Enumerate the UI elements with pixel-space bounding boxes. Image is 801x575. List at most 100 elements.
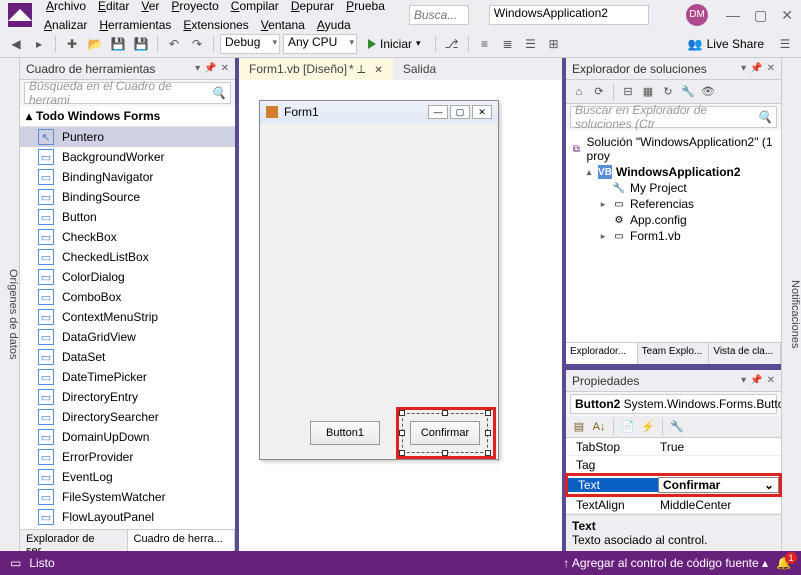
- form-body[interactable]: Button1 Confirmar: [260, 123, 498, 459]
- toolbox-item[interactable]: ▭DateTimePicker: [20, 367, 235, 387]
- show-all-icon[interactable]: ▦: [639, 83, 657, 101]
- menu-prueba[interactable]: Prueba: [342, 0, 389, 15]
- footer-tab-toolbox[interactable]: Cuadro de herra...: [128, 530, 236, 551]
- expand-icon[interactable]: ▸: [598, 199, 608, 210]
- menu-ayuda[interactable]: Ayuda: [313, 16, 355, 34]
- events-icon[interactable]: ⚡: [639, 418, 657, 436]
- toolbox-item[interactable]: ▭CheckBox: [20, 227, 235, 247]
- toolbox-item[interactable]: ▭ContextMenuStrip: [20, 307, 235, 327]
- toolbox-item[interactable]: ▭BackgroundWorker: [20, 147, 235, 167]
- undo-button[interactable]: ↶: [164, 34, 184, 54]
- toolbox-item[interactable]: ▭FlowLayoutPanel: [20, 507, 235, 527]
- tab-team-explorer[interactable]: Team Explo...: [638, 343, 710, 364]
- footer-tab-server-explorer[interactable]: Explorador de ser...: [20, 530, 128, 551]
- menu-extensiones[interactable]: Extensiones: [179, 16, 252, 34]
- toolbox-item[interactable]: ▭EventLog: [20, 467, 235, 487]
- menu-proyecto[interactable]: Proyecto: [167, 0, 222, 15]
- user-avatar[interactable]: DM: [686, 4, 708, 26]
- expand-icon[interactable]: ▸: [598, 231, 608, 242]
- props-page-icon[interactable]: 📄: [619, 418, 637, 436]
- toolbox-item[interactable]: ▭ErrorProvider: [20, 447, 235, 467]
- align-button-1[interactable]: ≡: [475, 34, 495, 54]
- alphabetical-icon[interactable]: A↓: [590, 418, 608, 436]
- nav-fwd-button[interactable]: ▸: [29, 34, 49, 54]
- tree-node[interactable]: ▸▭Referencias: [570, 196, 777, 212]
- new-project-button[interactable]: ✚: [62, 34, 82, 54]
- toolbox-search-input[interactable]: Búsqueda en el Cuadro de herrami 🔍: [24, 82, 231, 104]
- property-value[interactable]: MiddleCenter: [656, 498, 781, 512]
- toolbox-item[interactable]: ▭DirectoryEntry: [20, 387, 235, 407]
- open-button[interactable]: 📂: [85, 34, 105, 54]
- toolbox-item[interactable]: ▭DomainUpDown: [20, 427, 235, 447]
- project-selector[interactable]: WindowsApplication2: [489, 5, 649, 25]
- tab-solution-explorer[interactable]: Explorador...: [566, 343, 638, 364]
- form-designer[interactable]: Form1 — ▢ ✕ Button1 Confirmar: [239, 80, 562, 551]
- tree-project-node[interactable]: ▴ VB WindowsApplication2: [570, 164, 777, 180]
- toolbox-item[interactable]: ▭CheckedListBox: [20, 247, 235, 267]
- refresh-icon[interactable]: ↻: [659, 83, 677, 101]
- toolbox-item[interactable]: ▭DirectorySearcher: [20, 407, 235, 427]
- align-button-3[interactable]: ☰: [521, 34, 541, 54]
- minimize-button[interactable]: —: [726, 7, 740, 24]
- toolbox-item[interactable]: ▭DataSet: [20, 347, 235, 367]
- platform-combo[interactable]: Any CPU: [283, 34, 357, 54]
- toolbox-item[interactable]: ▭ColorDialog: [20, 267, 235, 287]
- notifications-tab[interactable]: Notificaciones: [781, 58, 801, 551]
- toolbox-item[interactable]: ▭Button: [20, 207, 235, 227]
- liveshare-button[interactable]: 👥 Live Share: [680, 37, 772, 51]
- pin-icon[interactable]: 📌: [750, 63, 762, 74]
- home-icon[interactable]: ⌂: [570, 83, 588, 101]
- properties-grid[interactable]: TabStopTrueTag TextConfirmar TextAlignMidd…: [566, 438, 781, 514]
- doc-tab-output[interactable]: Salida: [393, 59, 446, 79]
- config-combo[interactable]: Debug: [220, 34, 280, 54]
- panel-close-icon[interactable]: ✕: [221, 63, 229, 74]
- start-debug-button[interactable]: Iniciar ▾: [360, 34, 429, 54]
- align-button-2[interactable]: ≣: [498, 34, 518, 54]
- design-form-window[interactable]: Form1 — ▢ ✕ Button1 Confirmar: [259, 100, 499, 460]
- quick-search-input[interactable]: [409, 5, 469, 25]
- panel-dropdown-icon[interactable]: ▾: [741, 375, 746, 386]
- property-row[interactable]: TextAlignMiddleCenter: [566, 496, 781, 514]
- menu-depurar[interactable]: Depurar: [287, 0, 338, 15]
- tab-class-view[interactable]: Vista de cla...: [709, 343, 781, 364]
- close-tab-icon[interactable]: ✕: [374, 65, 382, 76]
- property-row[interactable]: Tag: [566, 456, 781, 474]
- panel-dropdown-icon[interactable]: ▾: [741, 63, 746, 74]
- save-all-button[interactable]: 💾: [131, 34, 151, 54]
- pin-icon[interactable]: ⟂: [357, 62, 365, 76]
- tree-node[interactable]: ▸▭Form1.vb: [570, 228, 777, 244]
- menu-archivo[interactable]: Archivo: [42, 0, 90, 15]
- data-sources-tab[interactable]: Orígenes de datos: [0, 58, 20, 551]
- panel-close-icon[interactable]: ✕: [767, 375, 775, 386]
- step-button[interactable]: ⎇: [442, 34, 462, 54]
- property-value[interactable]: Confirmar: [658, 477, 779, 493]
- menu-compilar[interactable]: Compilar: [227, 0, 283, 15]
- tree-node[interactable]: ⚙App.config: [570, 212, 777, 228]
- tree-node[interactable]: 🔧My Project: [570, 180, 777, 196]
- view-icon[interactable]: 👁: [699, 83, 717, 101]
- property-value[interactable]: True: [656, 440, 781, 454]
- notifications-button[interactable]: 🔔1: [776, 556, 791, 570]
- design-button1[interactable]: Button1: [310, 421, 380, 445]
- redo-button[interactable]: ↷: [187, 34, 207, 54]
- toolbox-item[interactable]: ▭BindingSource: [20, 187, 235, 207]
- collapse-all-icon[interactable]: ⊟: [619, 83, 637, 101]
- menu-editar[interactable]: Editar: [94, 0, 133, 15]
- tree-solution-node[interactable]: ⧉ Solución "WindowsApplication2" (1 proy: [570, 134, 777, 164]
- properties-icon[interactable]: 🔧: [679, 83, 697, 101]
- toolbox-group-header[interactable]: ▴ Todo Windows Forms: [20, 106, 235, 127]
- pin-icon[interactable]: 📌: [750, 375, 762, 386]
- pin-icon[interactable]: 📌: [204, 63, 216, 74]
- maximize-button[interactable]: ▢: [754, 7, 767, 24]
- sync-icon[interactable]: ⟳: [590, 83, 608, 101]
- doc-tab-active[interactable]: Form1.vb [Diseño]* ⟂ ✕: [239, 59, 393, 80]
- align-button-4[interactable]: ⊞: [544, 34, 564, 54]
- menu-ventana[interactable]: Ventana: [257, 16, 309, 34]
- property-row[interactable]: TextConfirmar: [568, 476, 779, 494]
- toolbox-item[interactable]: ▭FileSystemWatcher: [20, 487, 235, 507]
- close-button[interactable]: ✕: [781, 7, 793, 24]
- menu-ver[interactable]: Ver: [137, 0, 163, 15]
- property-row[interactable]: TabStopTrue: [566, 438, 781, 456]
- categorize-icon[interactable]: ▤: [570, 418, 588, 436]
- toolbox-item[interactable]: ▭ComboBox: [20, 287, 235, 307]
